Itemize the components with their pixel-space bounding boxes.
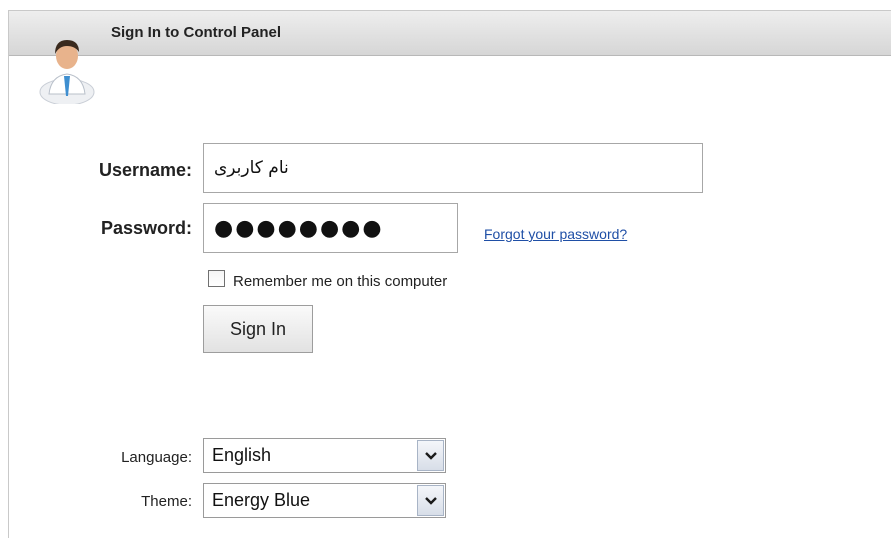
- user-avatar-icon: [37, 24, 97, 106]
- chevron-down-icon[interactable]: [417, 440, 444, 471]
- chevron-down-icon[interactable]: [417, 485, 444, 516]
- theme-select[interactable]: Energy Blue: [203, 483, 446, 518]
- panel-header: Sign In to Control Panel: [9, 10, 891, 56]
- forgot-password-link[interactable]: Forgot your password?: [484, 226, 627, 242]
- language-select[interactable]: English: [203, 438, 446, 473]
- username-value: نام کاربری: [214, 158, 289, 178]
- password-value: ●●●●●●●●: [214, 215, 384, 241]
- password-input[interactable]: ●●●●●●●●: [203, 203, 458, 253]
- remember-me-checkbox[interactable]: [208, 270, 225, 287]
- remember-me-label: Remember me on this computer: [233, 273, 448, 290]
- language-value: English: [212, 445, 272, 465]
- sign-in-button[interactable]: Sign In: [203, 305, 313, 353]
- theme-value: Energy Blue: [212, 490, 311, 510]
- sign-in-button-label: Sign In: [229, 318, 287, 339]
- password-label: Password:: [100, 218, 192, 238]
- panel-title: Sign In to Control Panel: [111, 24, 281, 41]
- username-label: Username:: [98, 160, 192, 180]
- theme-label: Theme:: [141, 493, 192, 510]
- username-input[interactable]: نام کاربری: [203, 143, 703, 193]
- language-label: Language:: [121, 449, 192, 466]
